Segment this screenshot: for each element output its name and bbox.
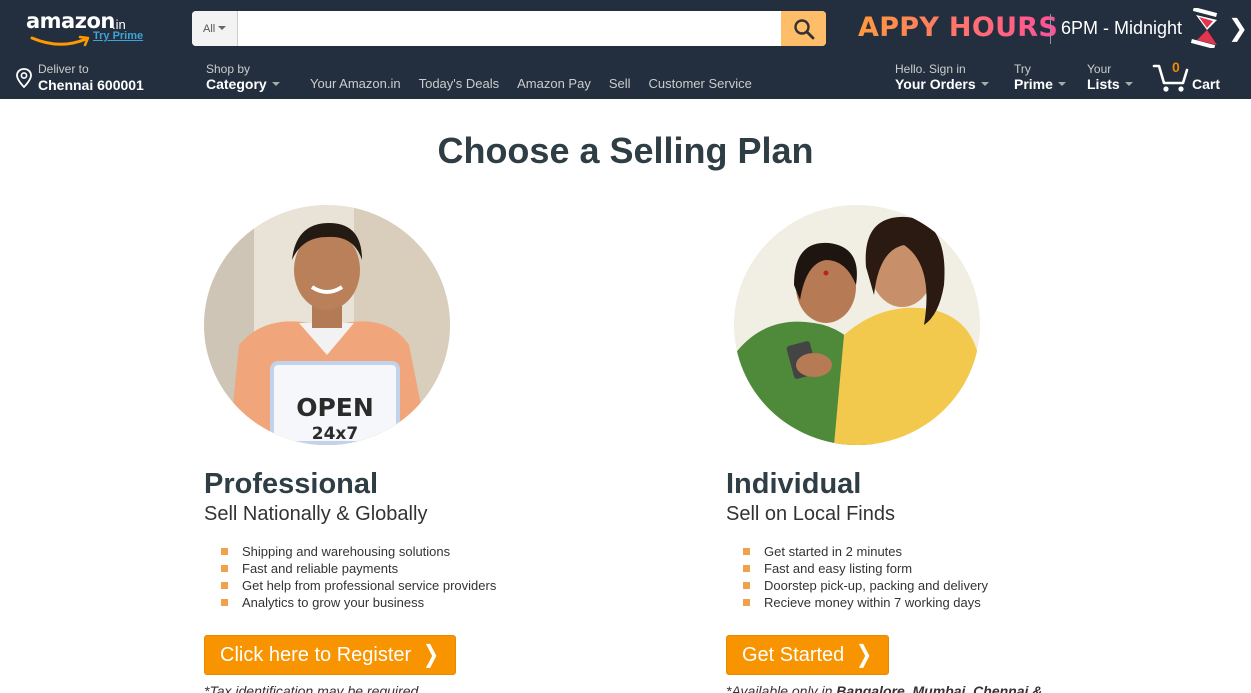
amazon-logo[interactable]: amazon .in Try Prime [26, 9, 156, 49]
chevron-down-icon [218, 26, 227, 30]
plan-note-prefix: *Available only in [726, 683, 837, 693]
chevron-right-icon: ❯ [423, 641, 440, 668]
professional-photo: OPEN 24x7 [204, 205, 450, 445]
sign-open-text: OPEN [296, 393, 374, 422]
list-item: Doorstep pick-up, packing and delivery [743, 577, 1146, 594]
list-item: Recieve money within 7 working days [743, 594, 1146, 611]
account-orders[interactable]: Hello. Sign in Your Orders [895, 62, 989, 92]
account-greeting: Hello. Sign in [895, 62, 966, 76]
sign-hours-text: 24x7 [312, 424, 358, 444]
shopkeeper-image: OPEN 24x7 [204, 205, 450, 445]
try-prime-link[interactable]: Try Prime [93, 30, 143, 42]
individual-photo [734, 205, 980, 445]
lists-your-label: Your [1087, 62, 1112, 76]
deliver-label: Deliver to [38, 62, 89, 76]
top-header: amazon .in Try Prime All APPY HOURS 6PM … [0, 0, 1251, 99]
plan-note: *Tax identification may be required [204, 683, 419, 693]
prime-try-label: Try [1014, 62, 1031, 76]
shop-by-label: Shop by [206, 62, 251, 76]
plan-note: *Available only in Bangalore, Mumbai, Ch… [726, 683, 1146, 693]
your-lists[interactable]: Your Lists [1087, 62, 1133, 92]
search-department-label: All [203, 23, 216, 35]
get-started-button-label: Get Started [742, 643, 845, 666]
smile-arrow-icon [30, 35, 90, 47]
search-input[interactable] [239, 11, 781, 46]
chevron-right-icon[interactable]: ❯ [1228, 14, 1248, 43]
nav-link-sell[interactable]: Sell [609, 76, 631, 91]
promo-title: APPY HOURS [858, 12, 1059, 43]
register-button[interactable]: Click here to Register ❯ [204, 635, 457, 675]
nav-link-your-amazon[interactable]: Your Amazon.in [310, 76, 401, 91]
location-pin-icon [16, 68, 32, 88]
register-button-label: Click here to Register [220, 643, 412, 666]
try-prime-menu[interactable]: Try Prime [1014, 62, 1066, 92]
plan-tagline: Sell on Local Finds [726, 503, 895, 525]
list-item: Fast and easy listing form [743, 560, 1146, 577]
account-label: Your Orders [895, 76, 976, 92]
promo-time: 6PM - Midnight [1061, 18, 1183, 38]
nav-links: Your Amazon.in Today's Deals Amazon Pay … [310, 76, 770, 91]
nav-link-customer-service[interactable]: Customer Service [649, 76, 752, 91]
chevron-down-icon [1124, 82, 1133, 86]
chevron-down-icon [980, 82, 989, 86]
promo-divider [1050, 14, 1051, 44]
nav-link-amazon-pay[interactable]: Amazon Pay [517, 76, 591, 91]
chevron-down-icon [1057, 82, 1066, 86]
plan-professional: OPEN 24x7 Professional Sell Nationally &… [204, 205, 624, 693]
plan-name: Professional [204, 468, 379, 500]
shop-by-category[interactable]: Shop by Category [206, 62, 280, 92]
list-item: Get started in 2 minutes [743, 543, 1146, 560]
list-item: Shipping and warehousing solutions [221, 543, 624, 560]
chevron-down-icon [271, 82, 280, 86]
search-department-select[interactable]: All [192, 11, 238, 46]
search-icon [793, 18, 814, 39]
plan-name: Individual [726, 468, 862, 500]
plan-tagline: Sell Nationally & Globally [204, 503, 428, 525]
nav-link-todays-deals[interactable]: Today's Deals [419, 76, 500, 91]
plan-individual: Individual Sell on Local Finds Get start… [726, 205, 1146, 693]
chevron-right-icon: ❯ [856, 641, 873, 668]
cart-label: Cart [1192, 76, 1221, 92]
feature-list: Get started in 2 minutes Fast and easy l… [743, 543, 1146, 611]
list-item: Get help from professional service provi… [221, 577, 624, 594]
search-bar: All [192, 11, 826, 46]
hourglass-icon [1190, 8, 1218, 48]
page-title: Choose a Selling Plan [437, 130, 814, 171]
feature-list: Shipping and warehousing solutions Fast … [221, 543, 624, 611]
deliver-location: Chennai 600001 [38, 77, 144, 93]
plan-note-cities: Bangalore, Mumbai, Chennai & [836, 683, 1043, 693]
category-label: Category [206, 76, 267, 92]
cart-count: 0 [1172, 59, 1180, 75]
cart-icon [1152, 64, 1189, 92]
list-item: Analytics to grow your business [221, 594, 624, 611]
get-started-button[interactable]: Get Started ❯ [726, 635, 890, 675]
cart-button[interactable]: 0 Cart [1152, 59, 1232, 95]
nav-row: Deliver to Chennai 600001 Shop by Catego… [0, 59, 1251, 99]
prime-label: Prime [1014, 76, 1053, 92]
lists-label: Lists [1087, 76, 1120, 92]
list-item: Fast and reliable payments [221, 560, 624, 577]
search-button[interactable] [781, 11, 826, 46]
women-phone-image [734, 205, 980, 445]
